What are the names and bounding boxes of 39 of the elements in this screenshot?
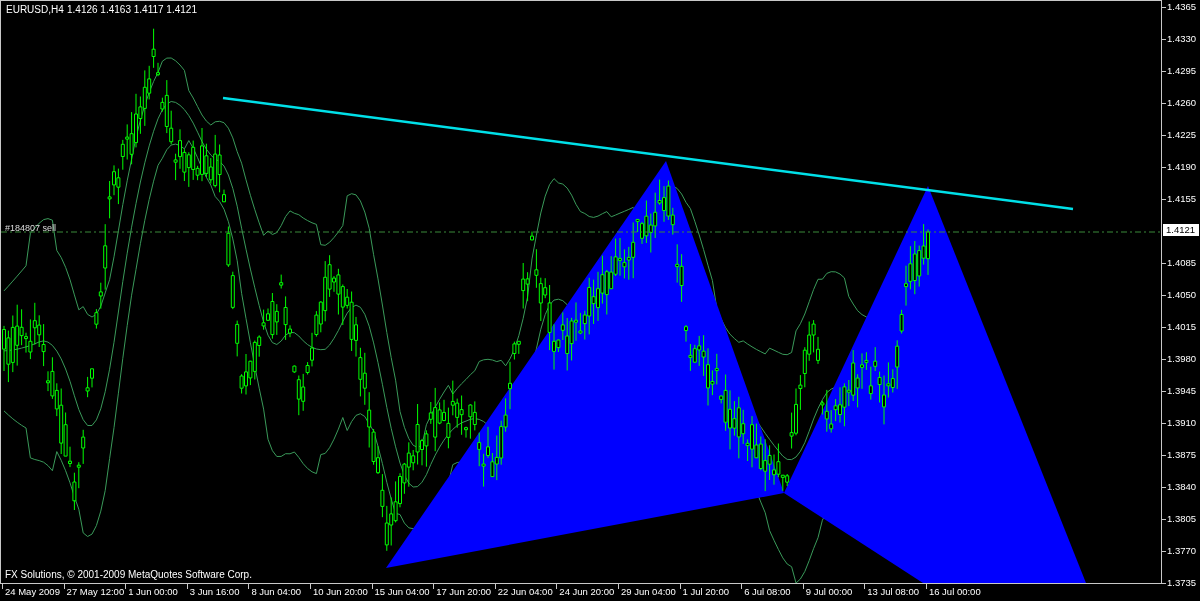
price-label: 1.3735 [1167,577,1197,589]
quote-label: 1.4126 1.4163 1.4117 1.4121 [67,4,197,15]
price-label: 1.4050 [1167,289,1197,301]
price-label: 1.4190 [1167,161,1197,173]
time-label: 8 Jun 04:00 [251,586,302,598]
copyright-text: FX Solutions, © 2001-2009 MetaQuotes Software Corp. [5,569,252,580]
time-label: 6 Jul 08:00 [744,586,791,598]
time-label: 24 Jun 20:00 [559,586,615,598]
price-label: 1.4365 [1167,1,1197,13]
price-label: 1.3910 [1167,417,1197,429]
price-label: 1.3840 [1167,481,1197,493]
price-label: 1.3945 [1167,385,1197,397]
symbol-label: EURUSD,H4 [6,4,64,15]
price-label: 1.4225 [1167,129,1197,141]
price-label: 1.3770 [1167,545,1197,557]
order-label: #184807 sell [5,223,57,233]
price-label: 1.3875 [1167,449,1197,461]
time-label: 17 Jun 20:00 [436,586,492,598]
price-label: 1.3805 [1167,513,1197,525]
time-label: 16 Jul 00:00 [928,586,981,598]
time-label: 27 May 12:00 [66,586,125,598]
time-label: 3 Jun 16:00 [189,586,240,598]
current-price-tag: 1.4121 [1163,224,1199,237]
price-label: 1.4295 [1167,65,1197,77]
time-label: 15 Jun 04:00 [374,586,430,598]
time-label: 22 Jun 04:00 [497,586,553,598]
time-label: 1 Jul 20:00 [682,586,729,598]
time-label: 9 Jul 00:00 [805,586,853,598]
time-label: 29 Jun 04:00 [620,586,676,598]
time-label: 13 Jul 08:00 [867,586,920,598]
price-label: 1.3980 [1167,353,1197,365]
time-label: 1 Jun 00:00 [128,586,178,598]
price-label: 1.4155 [1167,193,1197,205]
time-label: 24 May 2009 [5,586,60,598]
price-label: 1.4085 [1167,257,1197,269]
price-label: 1.4015 [1167,321,1197,333]
price-label: 1.4330 [1167,33,1197,45]
time-label: 10 Jun 20:00 [312,586,368,598]
price-label: 1.4260 [1167,97,1197,109]
